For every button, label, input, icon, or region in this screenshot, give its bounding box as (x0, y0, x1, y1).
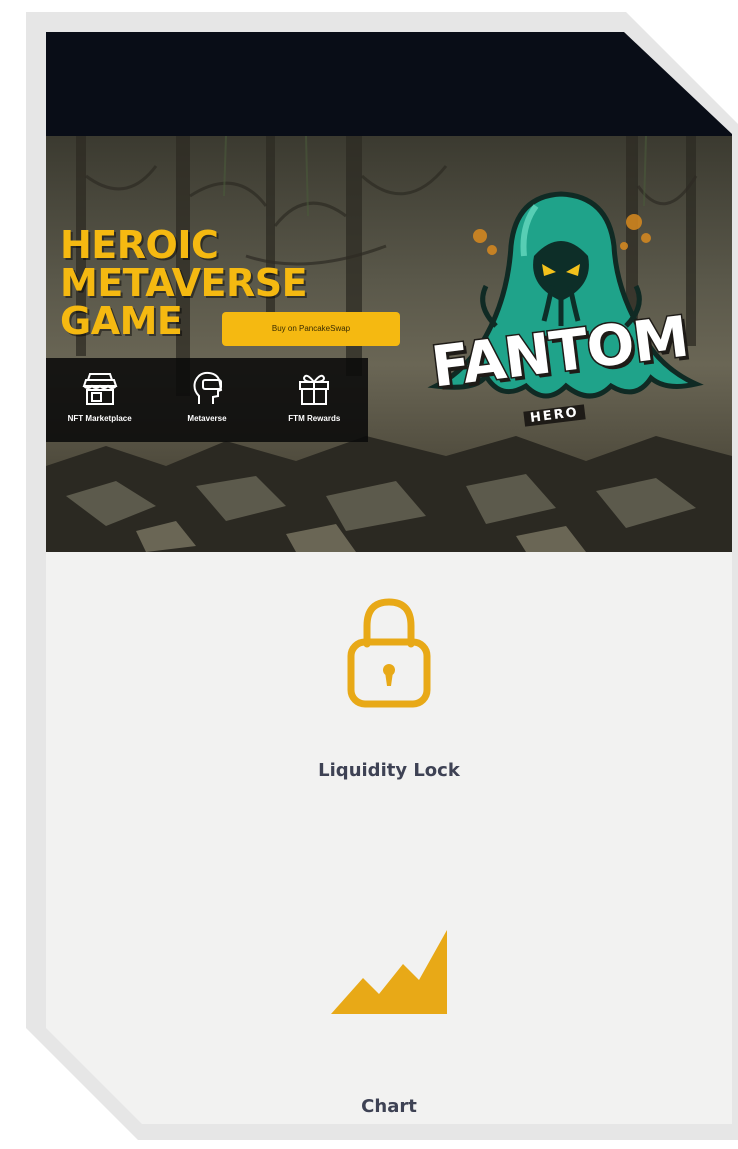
headline-line-2: METAVERSE (60, 261, 308, 305)
feature-nft-marketplace[interactable]: NFT Marketplace (50, 368, 150, 423)
feature-ftm-rewards[interactable]: FTM Rewards (264, 368, 364, 423)
promo-card: HEROIC METAVERSE GAME Buy on PancakeSwap… (46, 32, 732, 1124)
top-bar (46, 32, 732, 136)
tile-label: Liquidity Lock (318, 760, 460, 781)
feature-label: Metaverse (187, 414, 227, 423)
store-icon (82, 373, 118, 405)
tile-label: Chart (361, 1096, 417, 1117)
gift-icon (299, 374, 330, 405)
buy-button[interactable]: Buy on PancakeSwap (222, 312, 400, 346)
headline-line-1: HEROIC (60, 223, 219, 267)
tile-chart[interactable]: Chart (46, 922, 732, 1117)
lock-icon (347, 598, 431, 708)
feature-metaverse[interactable]: Metaverse (157, 368, 257, 423)
game-banner[interactable]: HEROIC METAVERSE GAME Buy on PancakeSwap… (46, 136, 732, 552)
vr-headset-icon (193, 371, 223, 404)
feature-label: NFT Marketplace (67, 414, 132, 423)
feature-bar: NFT Marketplace Metaverse FTM Rewards (46, 358, 368, 442)
feature-label: FTM Rewards (288, 414, 341, 423)
tile-liquidity-lock[interactable]: Liquidity Lock (46, 592, 732, 781)
chart-icon (331, 930, 447, 1014)
